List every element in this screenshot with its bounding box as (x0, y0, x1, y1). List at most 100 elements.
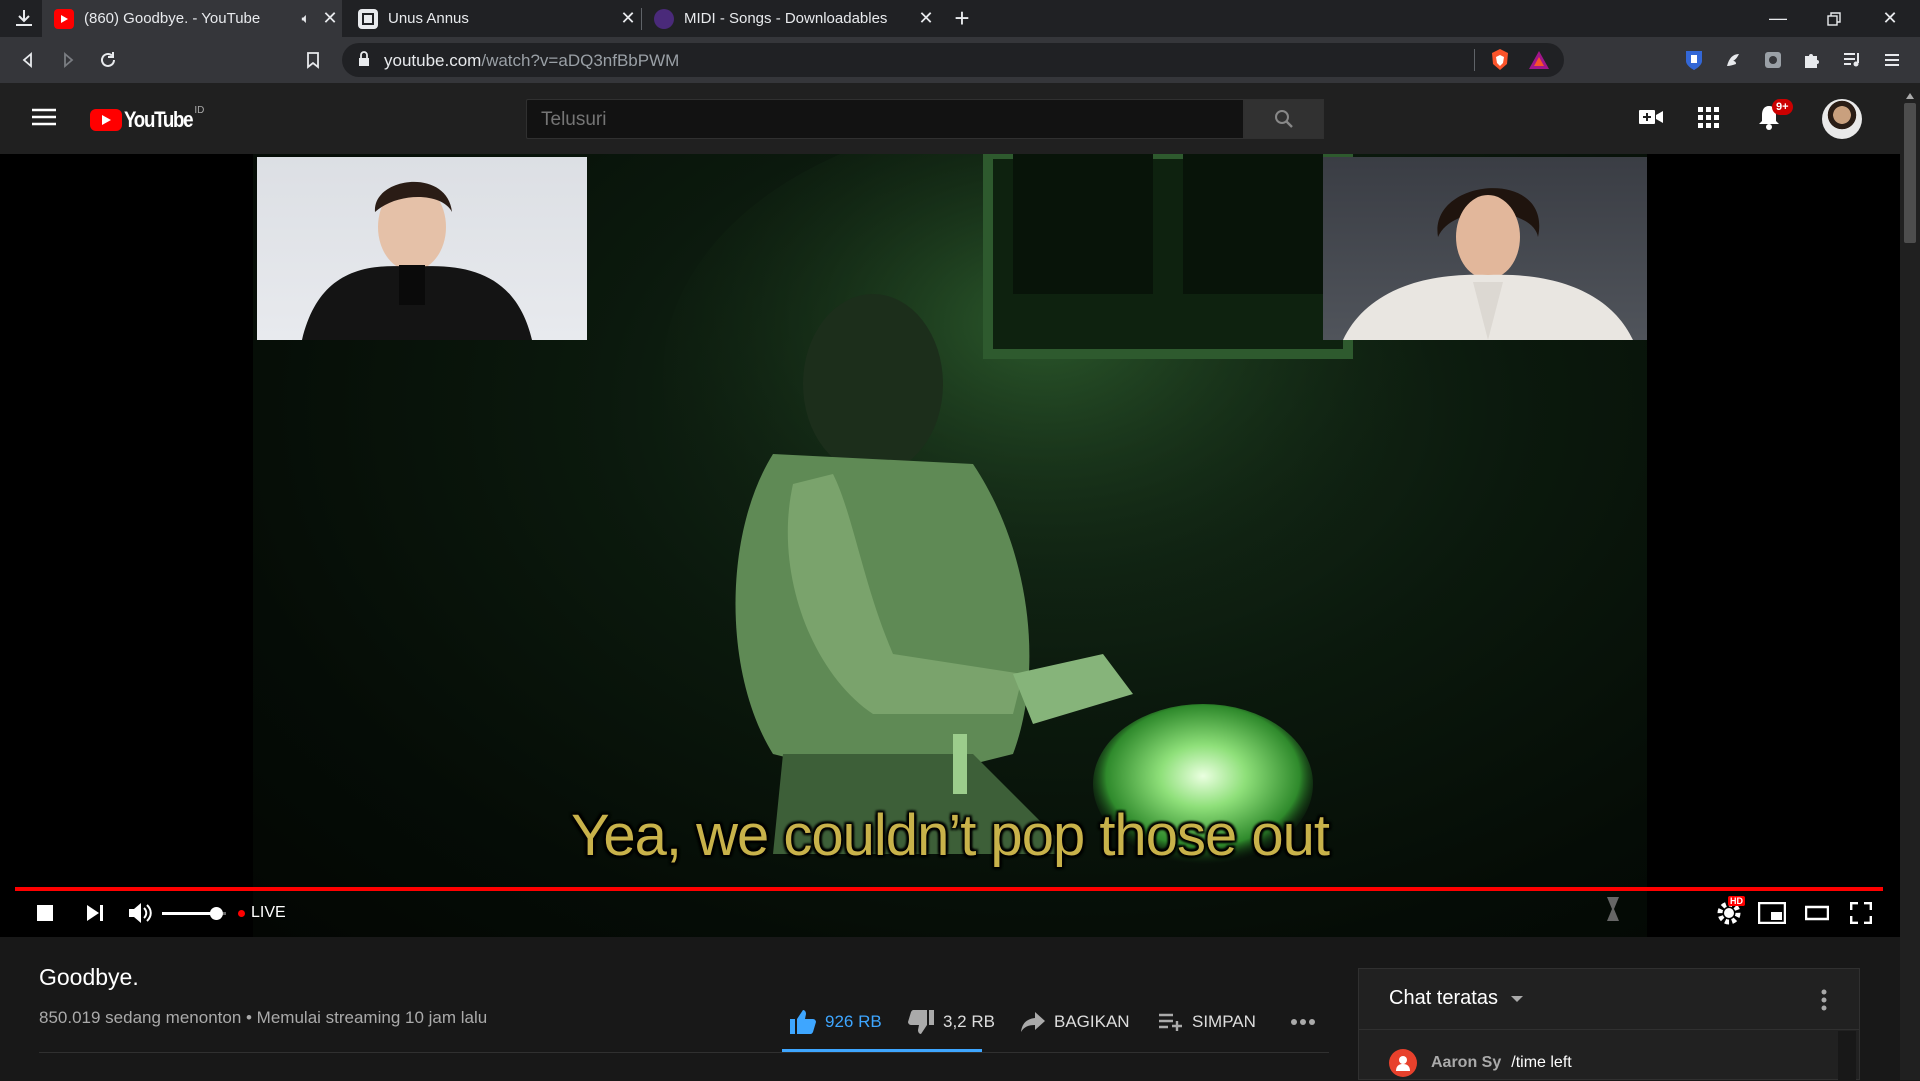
live-indicator[interactable]: LIVE (238, 898, 286, 928)
hd-badge: HD (1728, 896, 1745, 906)
tab-title: MIDI - Songs - Downloadables (684, 10, 888, 27)
stop-button[interactable] (32, 898, 58, 928)
more-actions-button[interactable] (1290, 1009, 1316, 1035)
close-tab-icon[interactable]: ✕ (318, 8, 342, 29)
theater-mode-icon (1805, 905, 1829, 921)
restore-icon[interactable] (1806, 0, 1862, 37)
chat-more-icon[interactable] (1821, 989, 1827, 1016)
chat-message-text: /time left (1511, 1054, 1572, 1071)
bookmark-icon[interactable] (299, 46, 327, 74)
miniplayer-button[interactable] (1757, 898, 1787, 928)
brave-rewards-icon[interactable] (1528, 50, 1550, 75)
tab-title: (860) Goodbye. - YouTube (84, 10, 261, 27)
close-tab-icon[interactable]: ✕ (616, 8, 640, 29)
new-tab-icon[interactable]: + (948, 3, 976, 33)
youtube-logo[interactable]: YouTube ID (90, 104, 205, 133)
browser-tab-bar: (860) Goodbye. - YouTube 🔈︎ ✕ Unus Annus… (0, 0, 1920, 37)
info-divider (39, 1052, 1329, 1053)
notification-count-badge: 9+ (1772, 99, 1793, 115)
live-label: LIVE (251, 904, 286, 921)
tab-audio-icon[interactable]: 🔈︎ (302, 10, 310, 27)
save-label: SIMPAN (1192, 1012, 1256, 1031)
thumbs-down-icon (908, 1010, 934, 1034)
extensions-puzzle-icon[interactable] (1798, 46, 1826, 74)
guide-menu-icon[interactable] (32, 107, 56, 132)
unus-annus-favicon-icon (358, 8, 378, 29)
webcam-right-image (1323, 157, 1647, 340)
tab-unus-annus[interactable]: Unus Annus ✕ (346, 0, 640, 37)
dislike-count: 3,2 RB (943, 1012, 995, 1031)
hourglass-marker-icon (1606, 894, 1620, 924)
webcam-left-image (257, 157, 587, 340)
share-label: BAGIKAN (1054, 1012, 1130, 1031)
page-scrollbar[interactable] (1900, 83, 1920, 1080)
theater-mode-button[interactable] (1802, 898, 1832, 928)
settings-button[interactable]: HD (1714, 896, 1745, 928)
youtube-play-logo-icon (90, 109, 122, 131)
live-dot (238, 909, 245, 917)
midi-favicon-icon (654, 8, 674, 29)
brave-shields-icon[interactable] (1490, 48, 1510, 77)
chat-mode-dropdown[interactable]: Chat teratas (1389, 987, 1524, 1010)
url-host: youtube.com (384, 51, 482, 70)
volume-icon (129, 903, 152, 923)
chat-scrollbar[interactable] (1838, 1031, 1856, 1081)
live-chat-panel: Chat teratas Aaron Sy /time left (1358, 968, 1860, 1081)
search-box[interactable] (526, 99, 1244, 139)
extension-wing-icon[interactable] (1719, 46, 1747, 74)
back-icon[interactable] (14, 46, 42, 74)
url-path: /watch?v=aDQ3nfBbPWM (481, 51, 680, 70)
tab-title: Unus Annus (388, 10, 469, 27)
tab-youtube[interactable]: (860) Goodbye. - YouTube 🔈︎ ✕ (42, 0, 342, 37)
create-video-icon[interactable] (1638, 107, 1664, 132)
fullscreen-icon (1850, 902, 1872, 924)
like-count: 926 RB (825, 1012, 882, 1031)
thumbs-up-icon (790, 1010, 816, 1034)
download-icon[interactable] (10, 4, 38, 32)
caret-down-icon (1510, 995, 1523, 1002)
youtube-wordmark: YouTube (124, 107, 194, 132)
dislike-button[interactable]: 3,2 RB (907, 1009, 995, 1035)
close-tab-icon[interactable]: ✕ (914, 8, 938, 29)
notifications-button[interactable]: 9+ (1756, 99, 1793, 136)
youtube-favicon-icon (54, 8, 74, 29)
region-badge: ID (194, 104, 205, 116)
volume-slider-track (162, 907, 226, 920)
chat-title: Chat teratas (1389, 987, 1498, 1009)
video-stats: 850.019 sedang menonton • Memulai stream… (39, 1008, 488, 1027)
miniplayer-icon (1758, 902, 1786, 924)
like-button[interactable]: 926 RB (789, 1009, 882, 1035)
avatar[interactable] (1822, 99, 1862, 139)
address-bar[interactable]: youtube.com/watch?v=aDQ3nfBbPWM (342, 43, 1564, 77)
fullscreen-button[interactable] (1846, 898, 1876, 928)
next-button[interactable] (82, 898, 108, 928)
extension-capture-icon[interactable] (1759, 46, 1787, 74)
omnibox-divider (1474, 49, 1475, 71)
apps-grid-icon[interactable] (1698, 107, 1720, 134)
video-player[interactable]: Yea, we couldn’t pop those out LIVE HD (0, 154, 1900, 937)
extension-shield-icon[interactable] (1680, 46, 1708, 74)
search-input[interactable] (541, 109, 1221, 131)
progress-bar[interactable] (15, 887, 1883, 891)
video-title: Goodbye. (39, 964, 139, 990)
search-button[interactable] (1244, 99, 1324, 139)
menu-icon[interactable] (1878, 46, 1906, 74)
more-horizontal-icon (1291, 1019, 1315, 1025)
media-queue-icon[interactable] (1838, 46, 1866, 74)
share-button[interactable]: BAGIKAN (1020, 1009, 1130, 1035)
tab-midi-songs[interactable]: MIDI - Songs - Downloadables ✕ (642, 0, 938, 37)
url-text[interactable]: youtube.com/watch?v=aDQ3nfBbPWM (384, 51, 679, 71)
search-icon (1275, 110, 1293, 128)
save-button[interactable]: SIMPAN (1158, 1009, 1256, 1035)
lock-icon[interactable] (358, 51, 370, 72)
chat-author-name: Aaron Sy (1431, 1054, 1502, 1071)
chat-header-divider (1359, 1029, 1859, 1030)
reload-icon[interactable] (94, 46, 122, 74)
volume-slider[interactable] (160, 898, 228, 928)
forward-icon[interactable] (54, 46, 82, 74)
chat-message[interactable]: Aaron Sy /time left (1389, 1049, 1572, 1077)
close-window-icon[interactable]: ✕ (1862, 0, 1918, 37)
mute-button[interactable] (126, 898, 156, 928)
minimize-icon[interactable]: — (1750, 0, 1806, 37)
scroll-thumb[interactable] (1904, 103, 1916, 243)
